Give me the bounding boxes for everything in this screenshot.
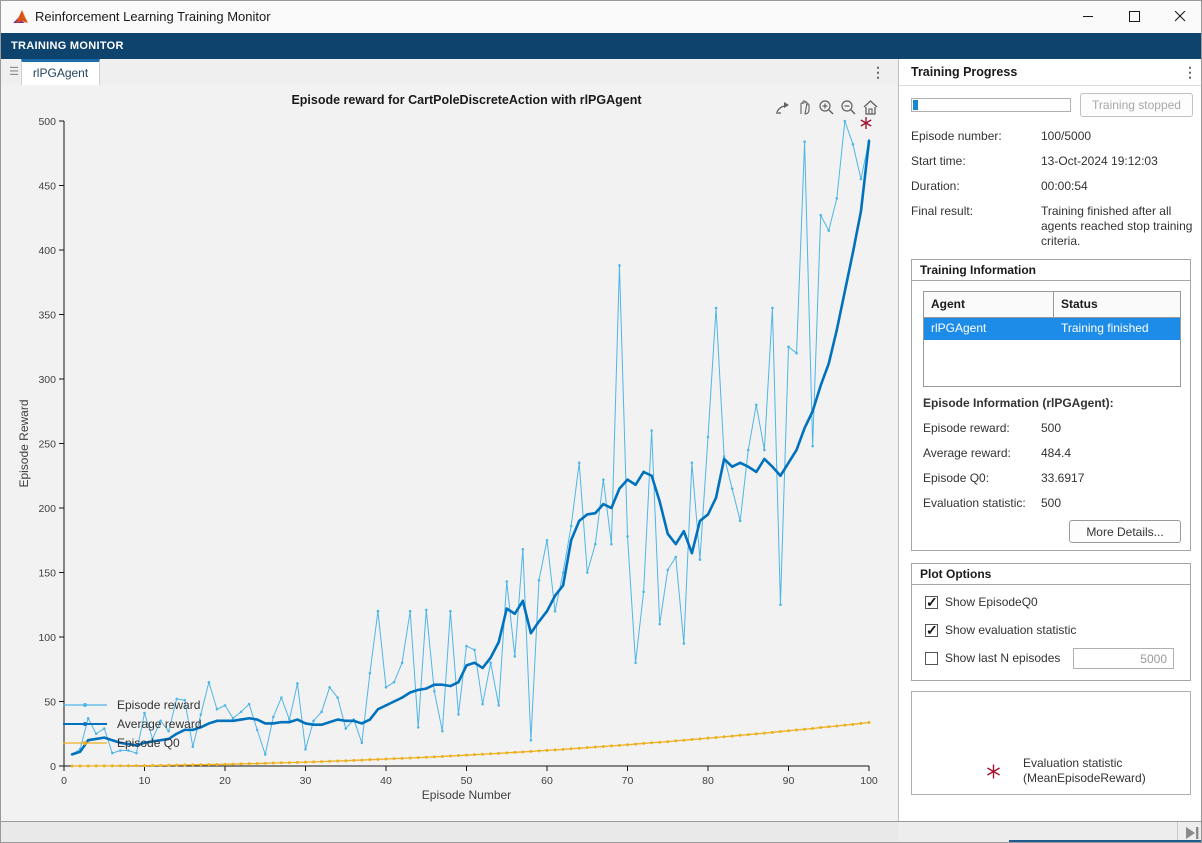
legend-entry-episode-q0: Episode Q0 [63,736,180,750]
tab-grip-icon[interactable]: ☰ [6,65,22,79]
episode-q0-line-sample [63,737,109,749]
window-title: Reinforcement Learning Training Monitor [35,9,271,24]
legend-entry-evaluation-statistic [985,763,1002,785]
matlab-logo-icon [12,8,30,26]
svg-text:60: 60 [541,775,553,787]
svg-text:90: 90 [783,775,795,787]
ribbon-tab-training-monitor[interactable]: TRAINING MONITOR [11,40,124,52]
legend-entry-episode-reward: Episode reward [63,698,200,712]
svg-text:100: 100 [38,632,56,644]
svg-text:Episode Reward: Episode Reward [17,399,31,487]
svg-text:50: 50 [461,775,473,787]
evaluation-statistic-label: Evaluation statistic: [923,496,1026,510]
show-last-n-episodes-checkbox[interactable] [925,652,938,665]
minimize-button[interactable] [1065,1,1111,32]
start-time-value: 13-Oct-2024 19:12:03 [1041,154,1158,168]
table-header-row: Agent Status [924,292,1180,318]
panel-options-kebab-icon[interactable]: ⋮ [1182,63,1198,81]
last-n-episodes-input[interactable] [1073,648,1174,669]
title-bar: Reinforcement Learning Training Monitor [1,1,1202,33]
show-last-n-episodes-label[interactable]: Show last N episodes [945,651,1060,665]
svg-text:0: 0 [61,775,67,787]
app-window: Reinforcement Learning Training Monitor … [0,0,1202,843]
training-progress-bar [911,98,1071,112]
svg-text:400: 400 [38,245,56,257]
agent-cell: rlPGAgent [924,318,1054,340]
plot-options-title: Plot Options [912,564,1190,585]
toolstrip-ribbon: TRAINING MONITOR [1,33,1202,59]
svg-text:50: 50 [44,697,56,709]
svg-text:80: 80 [702,775,714,787]
column-header-agent[interactable]: Agent [924,292,1054,317]
svg-text:200: 200 [38,503,56,515]
svg-text:40: 40 [380,775,392,787]
evaluation-legend-label: Evaluation statistic (MeanEpisodeReward) [1023,756,1146,786]
show-evaluation-statistic-label[interactable]: Show evaluation statistic [945,623,1076,637]
average-reward-line-sample [63,718,109,730]
show-episodeq0-label[interactable]: Show EpisodeQ0 [945,595,1038,609]
legend-entry-average-reward: Average reward [63,717,202,731]
close-button[interactable] [1157,1,1202,32]
skip-to-end-icon[interactable] [1184,826,1200,840]
progress-bar-fill [913,100,918,110]
evaluation-statistic-value: 500 [1041,496,1061,510]
svg-text:70: 70 [622,775,634,787]
svg-text:350: 350 [38,310,56,322]
average-reward-value: 484.4 [1041,446,1071,460]
document-tab-strip: ☰ [1,59,898,85]
right-panel-title: Training Progress [911,65,1017,79]
episode-number-label: Episode number: [911,129,1002,143]
tab-rlpgagent[interactable]: rlPGAgent [21,59,100,85]
svg-text:150: 150 [38,568,56,580]
episode-information-title: Episode Information (rlPGAgent): [923,396,1114,410]
start-time-label: Start time: [911,154,966,168]
episode-number-value: 100/5000 [1041,129,1091,143]
more-details-button[interactable]: More Details... [1069,520,1181,543]
svg-text:100: 100 [860,775,878,787]
episode-reward-line-sample [63,699,109,711]
svg-text:20: 20 [219,775,231,787]
svg-text:450: 450 [38,181,56,193]
tab-options-kebab-icon[interactable]: ⋮ [870,63,886,81]
agent-status-table: Agent Status rlPGAgent Training finished [923,291,1181,387]
episode-q0-value: 33.6917 [1041,471,1084,485]
final-result-value: Training finished after all agents reach… [1041,204,1193,249]
svg-text:Episode Number: Episode Number [422,788,511,802]
status-cell: Training finished [1054,318,1180,340]
svg-text:500: 500 [38,116,56,128]
evaluation-asterisk-icon [985,763,1002,780]
show-evaluation-statistic-checkbox[interactable] [925,624,938,637]
svg-text:250: 250 [38,439,56,451]
average-reward-label: Average reward: [923,446,1011,460]
svg-text:0: 0 [50,761,56,773]
table-row[interactable]: rlPGAgent Training finished [924,318,1180,340]
episode-reward-label: Episode reward: [923,421,1010,435]
svg-text:30: 30 [300,775,312,787]
maximize-button[interactable] [1111,1,1157,32]
final-result-label: Final result: [911,204,973,218]
show-episodeq0-checkbox[interactable] [925,596,938,609]
duration-label: Duration: [911,179,960,193]
training-information-title: Training Information [912,260,1190,281]
svg-text:10: 10 [139,775,151,787]
svg-text:300: 300 [38,374,56,386]
training-stopped-button[interactable]: Training stopped [1080,93,1193,117]
duration-value: 00:00:54 [1041,179,1088,193]
episode-reward-value: 500 [1041,421,1061,435]
column-header-status[interactable]: Status [1054,292,1180,317]
horizontal-scrollbar[interactable] [1,822,898,843]
episode-q0-label: Episode Q0: [923,471,989,485]
